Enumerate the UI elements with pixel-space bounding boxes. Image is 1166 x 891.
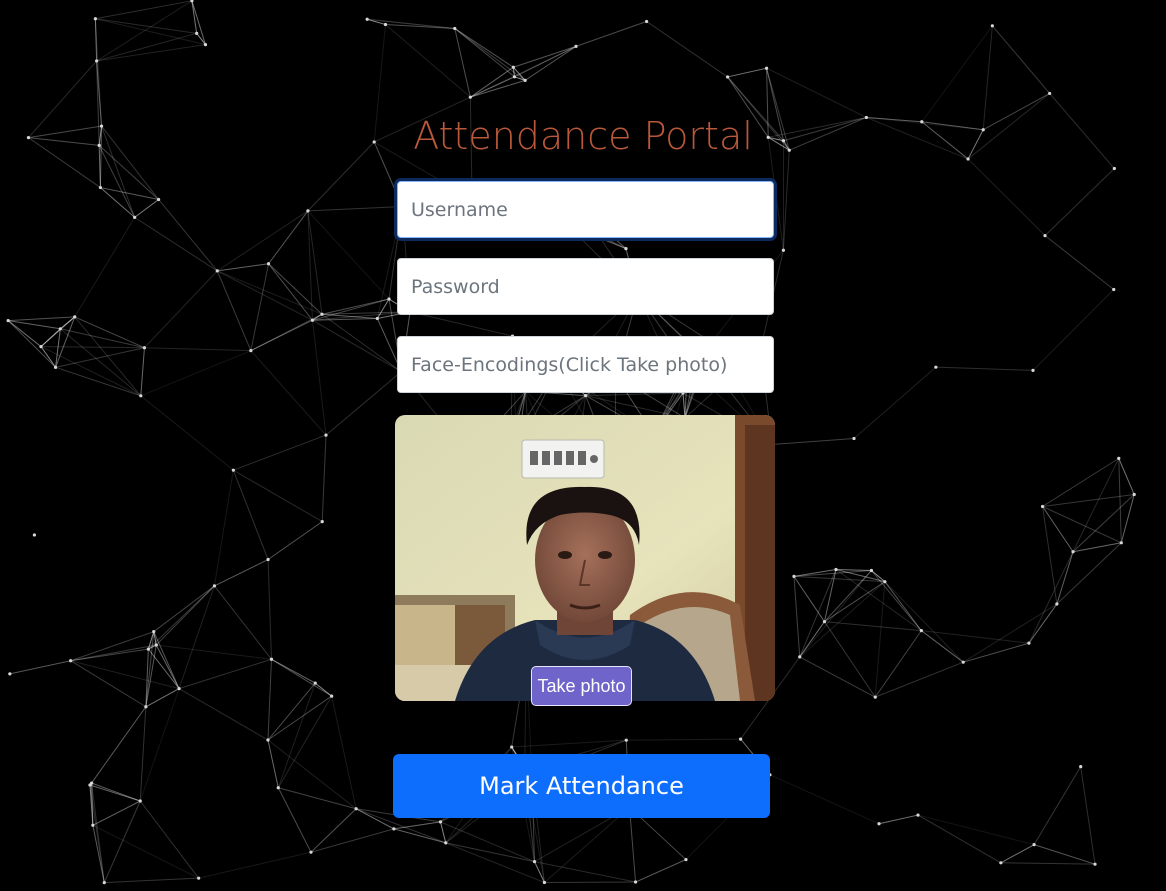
webcam-preview [395, 415, 775, 701]
face-encodings-input[interactable] [397, 336, 774, 393]
password-input[interactable] [397, 258, 774, 315]
take-photo-button[interactable]: Take photo [531, 666, 632, 706]
page-title: Attendance Portal [413, 114, 753, 158]
mark-attendance-button[interactable]: Mark Attendance [393, 754, 770, 818]
username-input[interactable] [397, 181, 774, 238]
